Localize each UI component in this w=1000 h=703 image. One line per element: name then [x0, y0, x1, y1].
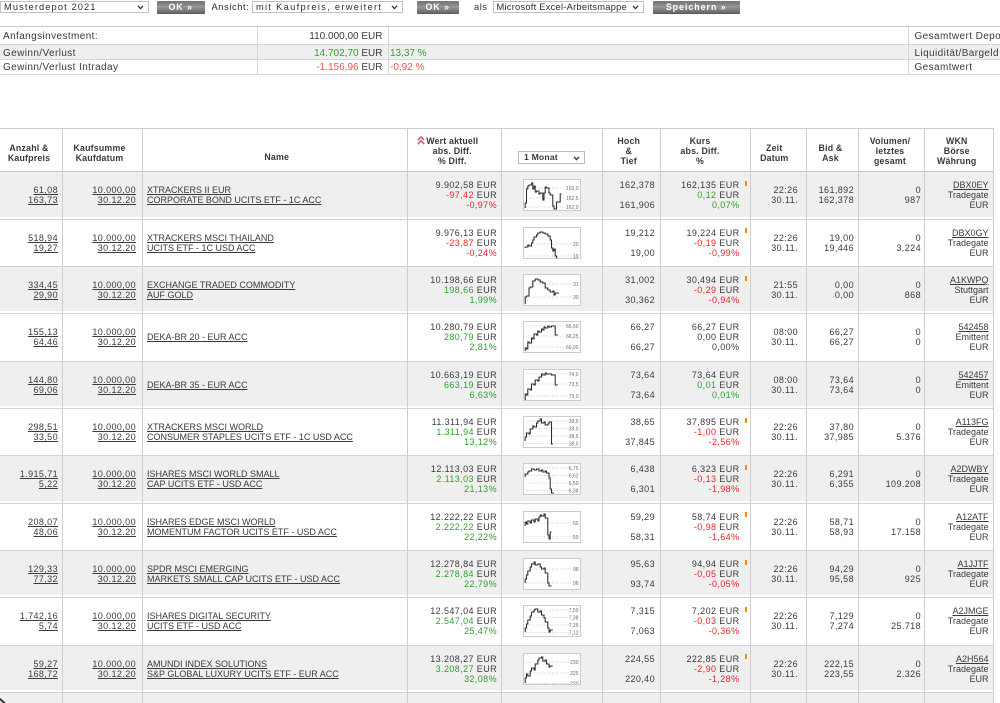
svg-text:66,00: 66,00	[565, 345, 578, 351]
svg-text:98: 98	[572, 567, 578, 573]
svg-text:74,0: 74,0	[568, 372, 578, 378]
svg-text:7,50: 7,50	[568, 608, 578, 614]
svg-text:220: 220	[570, 681, 579, 684]
svg-text:6,50: 6,50	[568, 481, 578, 487]
svg-text:66,25: 66,25	[565, 334, 578, 340]
svg-text:38,0: 38,0	[568, 441, 578, 447]
svg-text:162,5: 162,5	[565, 196, 578, 202]
svg-text:31: 31	[572, 282, 578, 288]
svg-text:39,0: 39,0	[568, 426, 578, 432]
svg-text:59: 59	[572, 535, 578, 541]
svg-text:225: 225	[570, 671, 579, 677]
svg-text:6,75: 6,75	[568, 466, 578, 472]
svg-text:73,5: 73,5	[568, 382, 578, 388]
svg-text:39,5: 39,5	[568, 419, 578, 425]
svg-text:19: 19	[572, 254, 578, 258]
svg-text:30: 30	[572, 295, 578, 301]
svg-text:7,38: 7,38	[568, 616, 578, 622]
svg-text:20: 20	[572, 242, 578, 248]
svg-text:73,0: 73,0	[568, 394, 578, 400]
svg-text:66,50: 66,50	[565, 324, 578, 330]
svg-text:6,62: 6,62	[568, 474, 578, 480]
svg-text:162,0: 162,0	[565, 205, 578, 210]
svg-text:60: 60	[572, 521, 578, 527]
svg-text:96: 96	[572, 581, 578, 587]
svg-text:6,38: 6,38	[568, 489, 578, 495]
svg-text:163,0: 163,0	[565, 186, 578, 192]
svg-text:7,25: 7,25	[568, 623, 578, 629]
svg-text:230: 230	[570, 660, 579, 666]
svg-text:38,5: 38,5	[568, 434, 578, 440]
svg-text:7,12: 7,12	[568, 631, 578, 637]
